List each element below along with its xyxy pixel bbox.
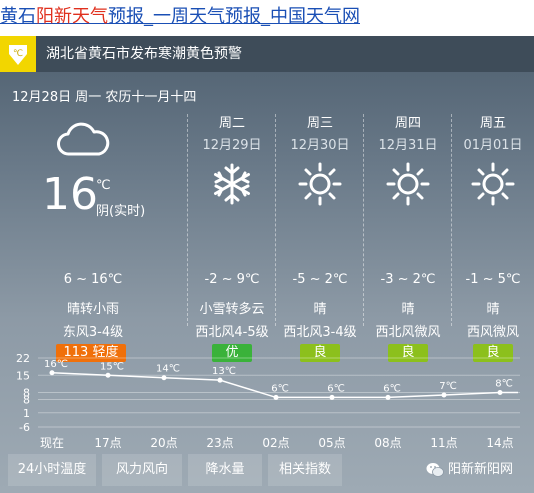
sun-icon <box>298 162 342 206</box>
forecast-day-2[interactable]: 周三 12月30日 -5 ~ 2℃ 晴 西北风3-4级 良 <box>276 108 364 362</box>
x-tick-label: 02点 <box>262 436 289 450</box>
snow-icon <box>214 163 250 205</box>
cold-wave-warning-icon: ℃ <box>0 36 36 72</box>
temperature-label: 8℃ <box>495 379 513 390</box>
today-temp-range: 6 ~ 16℃ <box>63 272 123 287</box>
sun-icon <box>471 162 515 206</box>
temperature-point <box>161 375 167 381</box>
today-date: 12月28日 周一 农历十一月十四 <box>12 90 197 105</box>
y-tick-label: 15 <box>16 369 30 382</box>
temperature-label: 15℃ <box>100 361 124 372</box>
temperature-point <box>217 377 223 383</box>
temperature-label: 13℃ <box>212 366 236 377</box>
weather-text: 小雪转多云 <box>199 302 265 317</box>
forecast-day-1[interactable]: 周二 12月29日 -2 ~ 9℃ 小雪转多云 西北风4-5级 优 <box>188 108 276 362</box>
day-date: 12月30日 <box>290 138 350 153</box>
x-tick-label: 05点 <box>318 436 345 450</box>
weekday: 周二 <box>218 116 245 131</box>
tab-precipitation[interactable]: 降水量 <box>188 454 262 486</box>
temperature-point <box>497 390 503 395</box>
svg-text:℃: ℃ <box>13 49 23 59</box>
y-tick-label: -6 <box>19 421 30 434</box>
day-date: 01月01日 <box>463 138 523 153</box>
x-tick-label: 08点 <box>374 436 401 450</box>
today-weather: 晴转小雨 <box>66 302 119 317</box>
temperature-point <box>441 392 447 398</box>
temperature-point <box>385 394 391 400</box>
forecast-day-3[interactable]: 周四 12月31日 -3 ~ 2℃ 晴 西北风微风 良 <box>364 108 452 362</box>
temperature-label: 6℃ <box>327 383 345 394</box>
temperature-label: 16℃ <box>44 359 68 370</box>
warning-text[interactable]: 湖北省黄石市发布寒潮黄色预警 <box>46 36 242 72</box>
temp-range: -2 ~ 9℃ <box>204 272 260 287</box>
warning-bar[interactable]: ℃ 湖北省黄石市发布寒潮黄色预警 <box>0 36 534 72</box>
temperature-point <box>105 372 111 378</box>
x-tick-label: 11点 <box>430 436 457 450</box>
current-condition: 阴(实时) <box>96 204 146 219</box>
x-tick-label: 23点 <box>206 436 233 450</box>
temperature-label: 7℃ <box>439 381 457 392</box>
wechat-icon <box>426 463 444 477</box>
brand-label: 阳新新阳网 <box>448 462 514 477</box>
weather-text: 晴 <box>486 302 500 317</box>
temperature-point <box>49 370 55 376</box>
day-date: 12月31日 <box>378 138 438 153</box>
hourly-temperature-chart: 2215881-616℃ 15℃ 14℃ 13℃6℃ 6℃ 6℃ 7℃ 8℃现在 17点 20点 2… <box>16 352 520 450</box>
x-tick-label: 20点 <box>150 436 177 450</box>
y-tick-label: 22 <box>16 352 30 365</box>
x-tick-label: 17点 <box>94 436 121 450</box>
tab-24h-temperature[interactable]: 24小时温度 <box>8 454 96 486</box>
temperature-point <box>329 394 335 400</box>
weekday: 周五 <box>479 116 506 131</box>
chart-tabs: 24小时温度 风力风向 降水量 相关指数 阳新新阳网 <box>0 454 534 486</box>
weather-text: 晴 <box>313 302 327 317</box>
temp-range: -3 ~ 2℃ <box>380 272 436 287</box>
x-tick-label: 14点 <box>486 436 513 450</box>
temperature-label: 6℃ <box>383 383 401 394</box>
weekday: 周四 <box>394 116 421 131</box>
sun-icon <box>386 162 430 206</box>
temperature-point <box>273 394 279 400</box>
wind-text: 西北风4-5级 <box>195 325 269 340</box>
y-tick-label: 1 <box>23 407 30 420</box>
page-title: 黄石阳新天气预报_一周天气预报_中国天气网 <box>0 0 534 36</box>
title-part-1[interactable]: 黄石 <box>0 6 36 27</box>
wind-text: 西北风微风 <box>375 325 441 340</box>
temp-range: -5 ~ 2℃ <box>292 272 348 287</box>
y-tick-label: 8 <box>23 394 30 407</box>
today-forecast[interactable]: 16 ℃ 阴(实时) 6 ~ 16℃ 晴转小雨 东风3-4级 113 轻度 <box>0 108 186 362</box>
wind-text: 西风微风 <box>466 325 519 340</box>
x-tick-label: 现在 <box>40 436 64 450</box>
tab-wind[interactable]: 风力风向 <box>102 454 182 486</box>
temperature-label: 6℃ <box>271 383 289 394</box>
weather-panel: ℃ 湖北省黄石市发布寒潮黄色预警 12月28日 周一 农历十一月十四 16 ℃ … <box>0 36 534 493</box>
cloudy-icon <box>57 122 110 156</box>
day-date: 12月29日 <box>202 138 262 153</box>
wind-text: 西北风3-4级 <box>283 325 357 340</box>
weather-text: 晴 <box>401 302 415 317</box>
today-wind: 东风3-4级 <box>62 325 124 340</box>
tab-indices[interactable]: 相关指数 <box>268 454 342 486</box>
temperature-unit: ℃ <box>96 178 111 193</box>
weekday: 周三 <box>306 116 333 131</box>
temperature-label: 14℃ <box>156 364 180 375</box>
title-link[interactable]: 黄石阳新天气预报_一周天气预报_中国天气网 <box>0 6 360 27</box>
forecast-day-4[interactable]: 周五 01月01日 -1 ~ 5℃ 晴 西风微风 良 <box>452 108 534 362</box>
title-part-2[interactable]: 阳新天气 <box>36 6 108 27</box>
current-temperature: 16 <box>42 169 98 220</box>
title-part-3[interactable]: 预报_一周天气预报_中国天气网 <box>108 6 360 27</box>
temp-range: -1 ~ 5℃ <box>465 272 521 287</box>
